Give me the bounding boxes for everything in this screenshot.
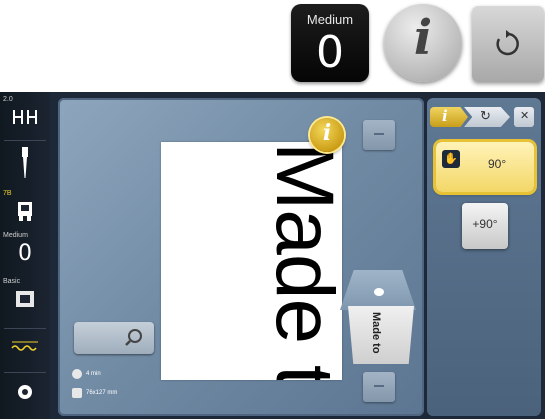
design-size: 76x127 mm xyxy=(68,385,158,401)
tab-close[interactable]: ✕ xyxy=(514,107,534,127)
size-icon xyxy=(72,388,82,398)
sidebar-divider xyxy=(4,372,46,373)
reset-button[interactable] xyxy=(472,6,544,82)
sidebar-divider xyxy=(4,328,46,329)
design-info-button[interactable]: i xyxy=(310,118,344,152)
info-icon: i xyxy=(413,10,433,66)
design-preview-card[interactable]: Made to xyxy=(348,306,414,364)
clock-icon xyxy=(72,369,82,379)
thread-tension-icon xyxy=(11,341,38,351)
rotate-button-label: 90° xyxy=(488,157,507,171)
reset-icon: ↻ xyxy=(480,108,491,123)
reset-arrow-icon xyxy=(496,30,519,56)
zoom-icon xyxy=(125,329,142,346)
stitch-time-value: 4 min xyxy=(86,371,101,377)
needle-label: 7B xyxy=(3,190,12,197)
presser-foot-pressure-value-small[interactable]: 0 xyxy=(4,242,46,266)
settings-button[interactable] xyxy=(4,382,46,410)
zoom-button[interactable] xyxy=(74,322,154,354)
rotate-plus-90-button[interactable]: +90° xyxy=(462,203,508,249)
minus-icon xyxy=(374,133,384,135)
needle-icon xyxy=(22,147,28,178)
info-icon: i xyxy=(322,120,332,146)
stitch-width-value: 2.0 xyxy=(3,96,13,103)
embroidery-text: Made to xyxy=(259,142,342,380)
left-sidebar: 2.0 7B Medium 0 Basic xyxy=(0,92,50,419)
feed-dog-label: Basic xyxy=(3,278,21,285)
stitch-width-button[interactable] xyxy=(4,106,46,136)
design-size-value: 76x127 mm xyxy=(86,390,118,396)
embroidery-hoop[interactable]: Made to xyxy=(161,142,342,380)
presser-foot-icon xyxy=(18,202,32,221)
move-up-button[interactable] xyxy=(363,120,395,150)
rotate-button[interactable]: ✋ 90° xyxy=(436,142,534,192)
rotate-plus-90-label: +90° xyxy=(472,217,498,231)
hoop-center-dot xyxy=(374,288,384,296)
tab-strip: i ↻ ✕ xyxy=(430,107,536,129)
feed-dog-icon xyxy=(16,291,34,307)
stitch-time: 4 min xyxy=(68,366,158,382)
presser-foot-pressure-value: 0 xyxy=(316,27,344,78)
move-down-button[interactable] xyxy=(363,372,395,402)
info-button[interactable]: i xyxy=(384,4,462,82)
presser-foot-button[interactable] xyxy=(4,200,46,224)
tab-info[interactable]: i xyxy=(430,107,468,127)
gear-icon xyxy=(18,385,32,399)
minus-icon xyxy=(374,385,384,387)
close-icon: ✕ xyxy=(520,110,530,122)
hand-icon: ✋ xyxy=(442,150,460,168)
presser-foot-pressure-label: Medium xyxy=(306,12,354,27)
tab-reset[interactable]: ↻ xyxy=(464,107,510,127)
stitch-plate-icon xyxy=(13,110,37,124)
design-preview-text: Made to xyxy=(370,312,382,354)
feed-dog-button[interactable] xyxy=(4,288,46,314)
sidebar-divider xyxy=(4,140,46,141)
info-icon: i xyxy=(442,107,448,125)
presser-foot-pressure-label-small: Medium xyxy=(3,232,28,239)
needle-button[interactable] xyxy=(4,146,46,182)
thread-tension-button[interactable] xyxy=(4,338,46,366)
presser-foot-pressure-button[interactable]: Medium 0 xyxy=(291,4,369,82)
